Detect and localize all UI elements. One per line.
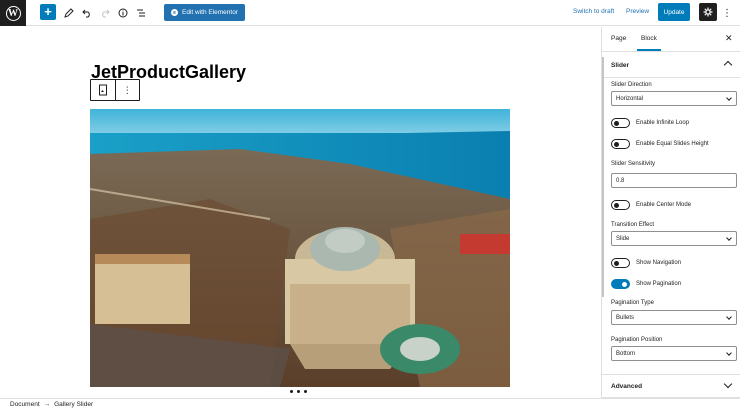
switch-to-draft-button[interactable]: Switch to draft: [573, 8, 614, 15]
equal-height-label: Enable Equal Slides Height: [636, 141, 709, 147]
chevron-down-icon: [726, 235, 732, 241]
equal-height-toggle-row[interactable]: Enable Equal Slides Height: [611, 139, 709, 149]
breadcrumb-document[interactable]: Document: [10, 401, 40, 408]
settings-button[interactable]: [699, 3, 717, 21]
center-mode-toggle-row[interactable]: Enable Center Mode: [611, 200, 691, 210]
show-navigation-label: Show Navigation: [636, 260, 682, 266]
show-pagination-toggle[interactable]: [611, 279, 630, 289]
tab-block[interactable]: Block: [637, 35, 661, 51]
show-navigation-toggle[interactable]: [611, 258, 630, 268]
slider-panel-header[interactable]: Slider: [602, 54, 740, 78]
slider-direction-value: Horizontal: [616, 95, 644, 102]
redo-icon[interactable]: [96, 4, 114, 22]
wordpress-icon: W: [5, 5, 21, 21]
pagination-position-label: Pagination Position: [611, 337, 663, 343]
breadcrumb-separator: →: [43, 401, 51, 408]
show-navigation-toggle-row[interactable]: Show Navigation: [611, 258, 681, 268]
elementor-button-label: Edit with Elementor: [182, 9, 238, 16]
gallery-block-icon: [98, 84, 107, 96]
advanced-panel-title: Advanced: [611, 382, 643, 390]
infinite-loop-label: Enable Infinite Loop: [636, 120, 690, 126]
block-inserter-button[interactable]: +: [40, 4, 56, 20]
editor-canvas: JetProductGallery ⋮: [0, 27, 601, 398]
slider-sensitivity-label: Slider Sensitivity: [611, 161, 656, 167]
wordpress-logo-button[interactable]: W: [0, 0, 26, 26]
tab-page[interactable]: Page: [611, 35, 626, 42]
slider-sensitivity-value: 0.8: [616, 177, 625, 184]
equal-height-toggle[interactable]: [611, 139, 630, 149]
block-editor: W + e Edit with Elementor Switch to draf…: [0, 0, 740, 410]
update-button[interactable]: Update: [658, 3, 690, 21]
pagination-bullet[interactable]: [290, 390, 293, 393]
chevron-down-icon: [723, 379, 733, 389]
transition-effect-value: Slide: [616, 235, 630, 242]
chevron-down-icon: [726, 95, 732, 101]
pagination-type-label: Pagination Type: [611, 300, 654, 306]
pagination-bullet[interactable]: [297, 390, 300, 393]
sidebar-tabs: Page Block ✕: [602, 27, 740, 52]
slider-direction-label: Slider Direction: [611, 82, 652, 88]
info-icon[interactable]: [114, 4, 132, 22]
center-mode-toggle[interactable]: [611, 200, 630, 210]
pagination-position-value: Bottom: [616, 350, 636, 357]
close-icon[interactable]: ✕: [725, 33, 733, 44]
pagination-type-select[interactable]: Bullets: [611, 310, 737, 325]
editor-header: W + e Edit with Elementor Switch to draf…: [0, 0, 740, 26]
center-mode-label: Enable Center Mode: [636, 202, 692, 208]
list-view-icon[interactable]: [132, 4, 150, 22]
slider-sensitivity-input[interactable]: 0.8: [611, 173, 737, 188]
elementor-icon: e: [171, 9, 178, 16]
block-options-icon[interactable]: ⋮: [116, 80, 140, 100]
advanced-panel-header[interactable]: Advanced: [602, 374, 740, 398]
breadcrumb-gallery-slider[interactable]: Gallery Slider: [54, 401, 93, 408]
breadcrumb: Document → Gallery Slider: [0, 398, 740, 410]
infinite-loop-toggle[interactable]: [611, 118, 630, 128]
sidebar-scrollbar[interactable]: [602, 57, 604, 297]
infinite-loop-toggle-row[interactable]: Enable Infinite Loop: [611, 118, 689, 128]
pagination-bullet[interactable]: [304, 390, 307, 393]
chevron-down-icon: [726, 314, 732, 320]
settings-sidebar: Page Block ✕ Slider Slider Direction Hor…: [601, 27, 740, 398]
show-pagination-toggle-row[interactable]: Show Pagination: [611, 279, 681, 289]
transition-effect-label: Transition Effect: [611, 222, 655, 228]
gear-icon: [703, 7, 713, 17]
edit-with-elementor-button[interactable]: e Edit with Elementor: [164, 4, 245, 21]
pagination-position-select[interactable]: Bottom: [611, 346, 737, 361]
show-pagination-label: Show Pagination: [636, 281, 682, 287]
preview-button[interactable]: Preview: [626, 8, 649, 15]
chevron-up-icon: [723, 60, 733, 70]
pencil-tools-icon[interactable]: [60, 4, 78, 22]
block-toolbar: ⋮: [90, 79, 140, 101]
more-options-icon[interactable]: ⋮: [722, 4, 732, 22]
slider-panel-title: Slider: [611, 62, 630, 69]
undo-icon[interactable]: [78, 4, 96, 22]
block-type-button[interactable]: [91, 80, 116, 100]
chevron-down-icon: [726, 350, 732, 356]
transition-effect-select[interactable]: Slide: [611, 231, 737, 246]
pagination-type-value: Bullets: [616, 314, 635, 321]
gallery-slide-image: [90, 109, 510, 387]
slider-direction-select[interactable]: Horizontal: [611, 91, 737, 106]
slider-pagination: [290, 390, 307, 393]
